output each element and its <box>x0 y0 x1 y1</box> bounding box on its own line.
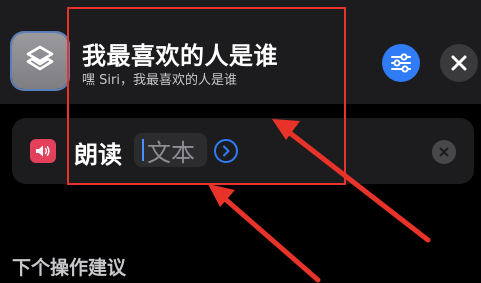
action-label: 朗读 <box>74 141 122 169</box>
text-variable-label: 文本 <box>147 138 195 167</box>
expand-button[interactable] <box>214 139 238 163</box>
shortcut-subtitle: 嘿 Siri，我最喜欢的人是谁 <box>82 73 237 88</box>
speak-action-badge <box>30 139 56 163</box>
next-action-suggestions-heading: 下个操作建议 <box>12 257 127 279</box>
shortcuts-icon <box>26 45 54 71</box>
speaker-icon <box>36 145 50 157</box>
settings-button[interactable] <box>382 44 420 82</box>
close-icon <box>451 55 467 71</box>
text-cursor <box>142 139 144 161</box>
shortcuts-app-icon[interactable] <box>12 33 68 89</box>
close-button[interactable] <box>440 44 478 82</box>
chevron-right-icon <box>223 145 230 157</box>
sliders-icon <box>391 53 411 73</box>
clear-icon <box>439 147 449 157</box>
shortcut-title[interactable]: 我最喜欢的人是谁 <box>82 36 278 71</box>
text-variable-field[interactable]: 文本 <box>134 133 207 167</box>
remove-action-button[interactable] <box>432 140 456 164</box>
speak-text-action[interactable]: 朗读 文本 <box>12 118 474 184</box>
annotation-arrow-lower <box>208 184 321 283</box>
